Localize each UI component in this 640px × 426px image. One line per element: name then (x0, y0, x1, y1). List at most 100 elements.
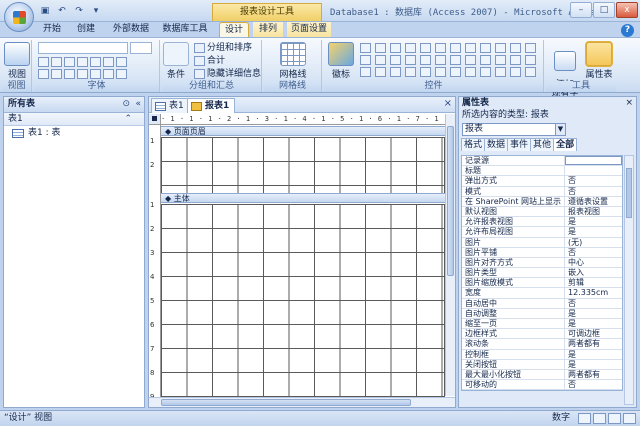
property-row[interactable]: 允许布局视图是 (462, 227, 622, 238)
property-value[interactable]: 是 (565, 217, 622, 226)
rectangle-control-icon[interactable] (405, 55, 416, 65)
property-value[interactable]: 剪辑 (565, 278, 622, 287)
property-value[interactable]: 是 (565, 350, 622, 359)
property-row[interactable]: 最大最小化按钮 两者都有 (462, 369, 622, 381)
toggle-button-icon[interactable] (405, 43, 416, 53)
bold-icon[interactable] (38, 57, 49, 67)
tab-home[interactable]: 开始 (38, 22, 66, 38)
border-width-icon[interactable] (360, 67, 371, 77)
tab-database-tools[interactable]: 数据库工具 (160, 22, 210, 38)
designer-vertical-scrollbar[interactable] (445, 114, 455, 396)
ptab-other[interactable]: 其他 (530, 138, 555, 151)
list-box-icon[interactable] (465, 43, 476, 53)
property-value[interactable]: 是 (565, 227, 622, 236)
date-time-icon[interactable] (495, 55, 506, 65)
nav-group-collapse-icon[interactable]: ⌃ (124, 113, 132, 125)
property-row[interactable]: 图片对齐方式 中心 (462, 257, 622, 269)
customize-qat-icon[interactable]: ▾ (89, 4, 103, 17)
align-left-icon[interactable] (77, 57, 88, 67)
logo-button[interactable]: 徽标 (328, 42, 354, 80)
ptab-event[interactable]: 事件 (507, 138, 532, 151)
command-button-icon[interactable] (480, 43, 491, 53)
property-row[interactable]: 在 SharePoint 网站上显示 遵循表设置 (462, 196, 622, 207)
attachment-icon[interactable] (450, 55, 461, 65)
format-icon-2[interactable] (90, 69, 101, 79)
property-row[interactable]: 默认视图 报表视图 (462, 206, 622, 218)
line-control-icon[interactable] (390, 55, 401, 65)
object-selector[interactable]: 报表 ▼ (462, 123, 566, 136)
border-style-icon[interactable] (375, 67, 386, 77)
page-number-icon[interactable] (480, 55, 491, 65)
subform-icon[interactable] (375, 55, 386, 65)
nav-group-header[interactable]: 表1 ⌃ (4, 113, 144, 126)
property-sheet-button[interactable]: 属性表 (584, 42, 614, 80)
bound-object-icon[interactable] (360, 55, 371, 65)
format-painter-icon[interactable] (116, 57, 127, 67)
nav-collapse-icon[interactable]: « (135, 97, 141, 112)
property-row[interactable]: 关闭按钮是 (462, 359, 622, 370)
property-row[interactable]: 图片缩放模式 剪辑 (462, 278, 622, 289)
option-button-icon[interactable] (420, 43, 431, 53)
property-value[interactable]: 是 (565, 360, 622, 369)
property-row[interactable]: 记录源 (462, 156, 622, 167)
property-row[interactable]: 宽度 12.335cm (462, 288, 622, 299)
tab-page-setup[interactable]: 页面设置 (287, 22, 331, 38)
property-row[interactable]: 图片 (无) (462, 237, 622, 248)
minimize-button[interactable]: – (570, 2, 592, 18)
control-wizard-icon[interactable] (525, 55, 536, 65)
font-size-combo[interactable] (130, 42, 152, 54)
title-control-icon[interactable] (510, 55, 521, 65)
nav-menu-chevron-icon[interactable]: ⊙ (122, 97, 130, 112)
property-value[interactable]: 中心 (565, 258, 622, 267)
property-row[interactable]: 弹出方式否 (462, 176, 622, 187)
property-row[interactable]: 图片平铺否 (462, 247, 622, 258)
shading-icon[interactable] (64, 69, 75, 79)
nav-item-table1[interactable]: 表1 : 表 (4, 126, 144, 140)
totals-button[interactable]: 合计 (194, 55, 225, 67)
doc-tab-table1[interactable]: 表1 (151, 98, 190, 113)
tab-external-data[interactable]: 外部数据 (106, 22, 156, 38)
office-button[interactable] (4, 2, 34, 32)
property-row[interactable]: 可移动的否 (462, 380, 622, 391)
special-effect-icon[interactable] (405, 67, 416, 77)
report-view-icon[interactable] (578, 413, 591, 424)
align-center-icon[interactable] (90, 57, 101, 67)
report-selector[interactable] (149, 114, 161, 125)
border-color-icon[interactable] (390, 67, 401, 77)
underline-icon[interactable] (64, 57, 75, 67)
tab-control-icon[interactable] (435, 55, 446, 65)
page-header-grid[interactable] (161, 137, 445, 193)
gridlines-button[interactable]: 网格线 (278, 42, 308, 80)
property-value[interactable]: 报表视图 (565, 207, 622, 216)
property-row[interactable]: 缩至一页是 (462, 319, 622, 330)
property-value[interactable]: 12.335cm (565, 288, 622, 297)
label-control-icon[interactable] (360, 43, 371, 53)
tab-create[interactable]: 创建 (70, 22, 102, 38)
detail-grid[interactable] (161, 204, 445, 397)
italic-icon[interactable] (51, 57, 62, 67)
vertical-scroll-thumb[interactable] (447, 126, 454, 276)
property-value[interactable]: 否 (565, 299, 622, 308)
print-preview-icon[interactable] (593, 413, 606, 424)
doc-tab-report1[interactable]: 报表1 (187, 98, 236, 113)
tab-arrange[interactable]: 排列 (253, 22, 283, 38)
align-right-icon[interactable] (103, 57, 114, 67)
controls-misc-icon-2[interactable] (480, 67, 491, 77)
property-value[interactable]: 否 (565, 380, 622, 389)
format-icon-4[interactable] (116, 69, 127, 79)
hide-details-button[interactable]: 隐藏详细信息 (194, 68, 261, 80)
property-value[interactable]: 是 (565, 319, 622, 328)
property-value[interactable]: 两者都有 (565, 370, 622, 379)
image-control-icon[interactable] (495, 43, 506, 53)
font-name-combo[interactable] (38, 42, 128, 54)
property-row[interactable]: 图片类型 嵌入 (462, 268, 622, 279)
view-button[interactable]: 视图 (4, 42, 30, 80)
property-value[interactable]: 否 (565, 248, 622, 257)
set-control-defaults-icon[interactable] (420, 67, 431, 77)
property-row[interactable]: 模式否 (462, 186, 622, 197)
property-value[interactable]: 遵循表设置 (565, 197, 622, 206)
chevron-down-icon[interactable]: ▼ (555, 124, 565, 135)
insert-activex-icon[interactable] (450, 67, 461, 77)
layout-view-icon[interactable] (608, 413, 621, 424)
property-row[interactable]: 边框样式 可调边框 (462, 329, 622, 340)
